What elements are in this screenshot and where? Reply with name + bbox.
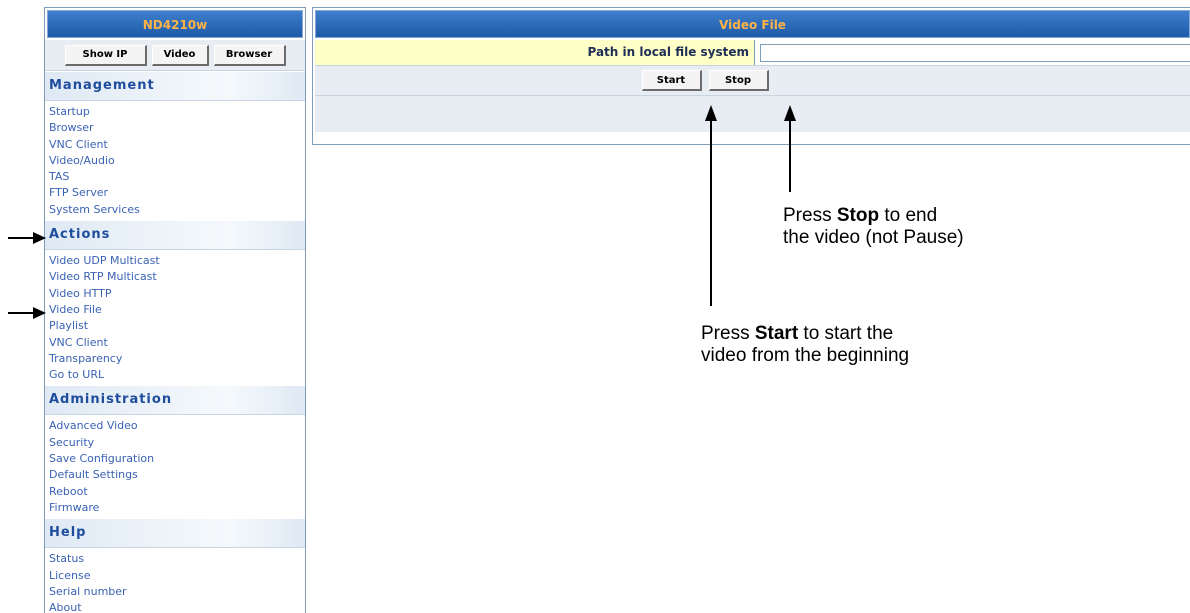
start-callout-suffix: to start the (798, 323, 894, 344)
stop-callout-suffix: to end (879, 205, 938, 226)
start-callout: Press Start to start the video from the … (701, 323, 909, 367)
arrow-to-video-file-icon (8, 307, 46, 319)
start-callout-line2: video from the beginning (701, 345, 910, 366)
stop-callout-line1: Press Stop to end (783, 205, 964, 227)
annotation-arrows (8, 105, 796, 319)
start-callout-line1: Press Start to start the (701, 323, 909, 345)
start-callout-prefix: Press (701, 323, 755, 344)
start-callout-bold: Start (754, 323, 799, 344)
arrow-to-stop-icon (784, 105, 796, 192)
page: ND4210w Show IP Video Browser Management… (0, 0, 1190, 613)
arrow-to-start-icon (705, 105, 717, 306)
arrow-to-actions-icon (8, 232, 46, 244)
stop-callout: Press Stop to end the video (not Pause) (783, 205, 964, 249)
stop-callout-prefix: Press (783, 205, 837, 226)
stop-callout-line2: the video (not Pause) (783, 227, 964, 248)
stop-callout-bold: Stop (836, 205, 880, 226)
